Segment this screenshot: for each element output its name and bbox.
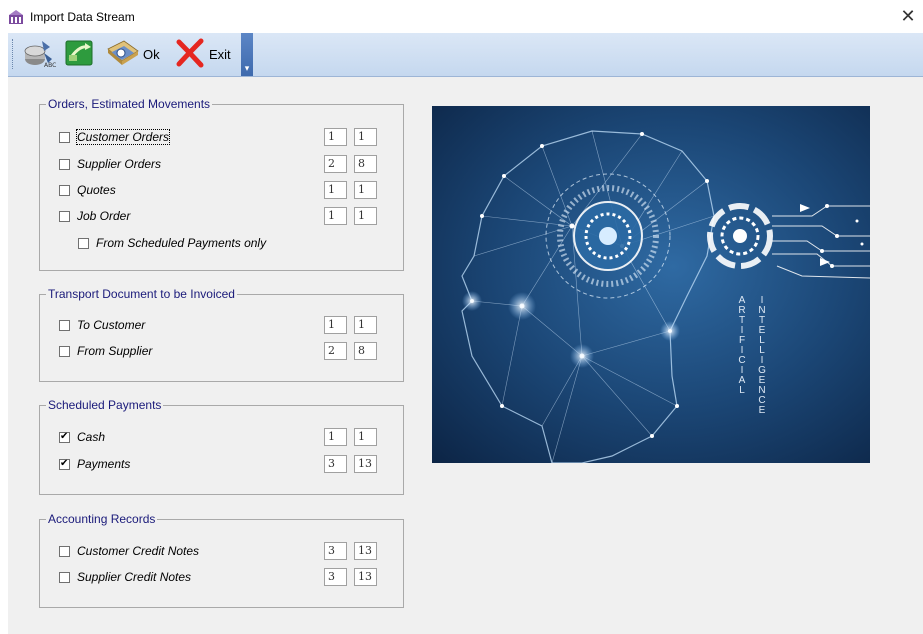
field-cash-1[interactable]: 1: [324, 428, 347, 446]
option-job-order[interactable]: Job Order: [59, 207, 130, 225]
group-orders-title: Orders, Estimated Movements: [48, 97, 211, 111]
label-customer-orders: Customer Orders: [75, 129, 171, 145]
refresh-stream-icon: [63, 37, 95, 72]
field-to-customer-2[interactable]: 1: [354, 316, 377, 334]
field-supplier-credit-notes-1[interactable]: 3: [324, 568, 347, 586]
app-icon: [8, 9, 24, 25]
toolbar-grip[interactable]: [12, 39, 16, 69]
option-customer-orders[interactable]: Customer Orders: [59, 128, 171, 146]
label-payments: Payments: [77, 457, 131, 471]
field-payments-1[interactable]: 3: [324, 455, 347, 473]
toolbar: ABC Ok Exit: [8, 33, 923, 77]
field-payments-2[interactable]: 13: [354, 455, 377, 473]
field-supplier-orders-2[interactable]: 8: [354, 155, 377, 173]
process-records-button[interactable]: Ok: [104, 37, 160, 71]
artificial-intelligence-image: ARTIFICIAL INTELLIGENCE: [432, 106, 870, 463]
field-customer-orders-2[interactable]: 1: [354, 128, 377, 146]
checkbox-from-scheduled-payments[interactable]: [78, 237, 89, 249]
toolbar-overflow-button[interactable]: ▾: [241, 33, 253, 76]
checkbox-job-order[interactable]: [59, 210, 70, 222]
field-quotes-2[interactable]: 1: [354, 181, 377, 199]
option-from-scheduled-payments[interactable]: From Scheduled Payments only: [78, 234, 266, 252]
refresh-stream-button[interactable]: [63, 37, 95, 71]
option-from-supplier[interactable]: From Supplier: [59, 342, 152, 360]
field-from-supplier-2[interactable]: 8: [354, 342, 377, 360]
field-from-supplier-1[interactable]: 2: [324, 342, 347, 360]
intelligence-vertical-text: INTELLIGENCE: [758, 295, 766, 416]
field-customer-credit-notes-1[interactable]: 3: [324, 542, 347, 560]
checkbox-cash[interactable]: [59, 430, 70, 444]
svg-text:ABC: ABC: [44, 62, 56, 69]
checkbox-quotes[interactable]: [59, 184, 70, 196]
group-accounting-records-title: Accounting Records: [48, 512, 156, 526]
title-bar: Import Data Stream ✕: [0, 0, 923, 33]
group-transport-title: Transport Document to be Invoiced: [48, 287, 235, 301]
checkbox-supplier-orders[interactable]: [59, 158, 70, 170]
field-to-customer-1[interactable]: 1: [324, 316, 347, 334]
option-payments[interactable]: Payments: [59, 455, 130, 473]
checkbox-customer-credit-notes[interactable]: [59, 545, 70, 557]
close-button[interactable]: ✕: [893, 0, 923, 33]
field-supplier-credit-notes-2[interactable]: 13: [354, 568, 377, 586]
label-supplier-orders: Supplier Orders: [77, 157, 162, 171]
close-icon: ✕: [900, 6, 916, 26]
field-cash-2[interactable]: 1: [354, 428, 377, 446]
group-scheduled-payments-title: Scheduled Payments: [48, 398, 162, 412]
label-from-scheduled-payments: From Scheduled Payments only: [96, 236, 267, 250]
label-supplier-credit-notes: Supplier Credit Notes: [77, 570, 192, 584]
option-to-customer[interactable]: To Customer: [59, 316, 145, 334]
ok-label: Ok: [143, 46, 160, 62]
label-from-supplier: From Supplier: [77, 344, 153, 358]
label-quotes: Quotes: [77, 183, 116, 197]
window-left-border: [0, 33, 8, 634]
checkbox-customer-orders[interactable]: [59, 131, 70, 143]
option-supplier-credit-notes[interactable]: Supplier Credit Notes: [59, 568, 191, 586]
option-supplier-orders[interactable]: Supplier Orders: [59, 155, 161, 173]
checkbox-payments[interactable]: [59, 457, 70, 471]
label-customer-credit-notes: Customer Credit Notes: [77, 544, 200, 558]
exit-label: Exit: [209, 46, 231, 62]
group-transport: Transport Document to be Invoiced: [39, 287, 404, 382]
process-records-icon: [104, 37, 140, 72]
label-cash: Cash: [77, 430, 106, 444]
field-job-order-2[interactable]: 1: [354, 207, 377, 225]
window-title: Import Data Stream: [30, 10, 135, 24]
field-quotes-1[interactable]: 1: [324, 181, 347, 199]
field-supplier-orders-1[interactable]: 2: [324, 155, 347, 173]
content-area: Orders, Estimated Movements Customer Ord…: [8, 77, 923, 634]
import-data-stream-window: Import Data Stream ✕ ABC Ok Exit ▾ Order…: [0, 0, 923, 634]
connect-database-icon: ABC: [22, 37, 56, 72]
option-customer-credit-notes[interactable]: Customer Credit Notes: [59, 542, 199, 560]
field-job-order-1[interactable]: 1: [324, 207, 347, 225]
artificial-vertical-text: ARTIFICIAL: [738, 295, 746, 396]
option-quotes[interactable]: Quotes: [59, 181, 116, 199]
connect-database-button[interactable]: ABC: [22, 37, 56, 71]
option-cash[interactable]: Cash: [59, 428, 105, 446]
group-scheduled-payments: Scheduled Payments: [39, 398, 404, 495]
checkbox-from-supplier[interactable]: [59, 345, 70, 357]
label-to-customer: To Customer: [77, 318, 146, 332]
label-job-order: Job Order: [77, 209, 131, 223]
exit-x-icon: [174, 37, 206, 72]
field-customer-credit-notes-2[interactable]: 13: [354, 542, 377, 560]
group-accounting-records: Accounting Records: [39, 512, 404, 608]
checkbox-supplier-credit-notes[interactable]: [59, 571, 70, 583]
field-customer-orders-1[interactable]: 1: [324, 128, 347, 146]
chevron-down-icon: ▾: [244, 63, 250, 73]
exit-button[interactable]: Exit: [174, 37, 231, 71]
checkbox-to-customer[interactable]: [59, 319, 70, 331]
